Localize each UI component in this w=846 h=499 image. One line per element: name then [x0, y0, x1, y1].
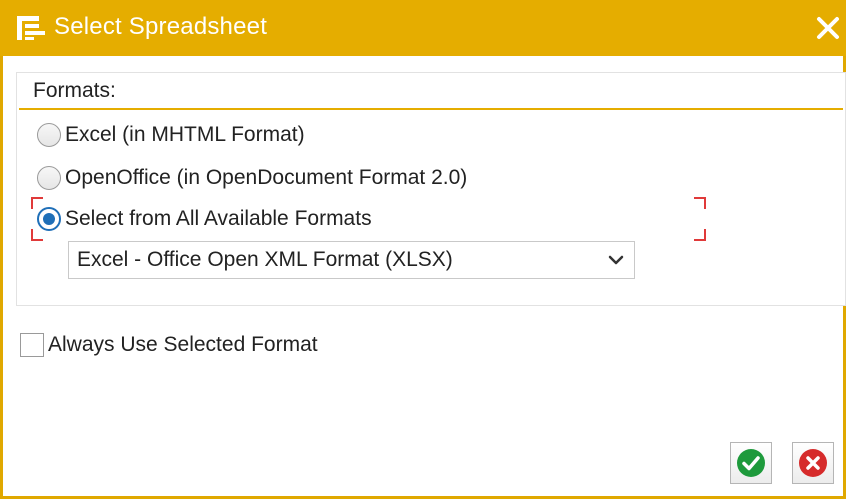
radio-label: OpenOffice (in OpenDocument Format 2.0)	[65, 166, 468, 189]
radio-label: Excel (in MHTML Format)	[65, 123, 305, 146]
always-use-format-label: Always Use Selected Format	[48, 333, 318, 356]
select-spreadsheet-dialog: Select Spreadsheet Formats: Excel (in MH…	[0, 0, 846, 499]
formats-group: Formats: Excel (in MHTML Format) OpenOff…	[16, 72, 846, 306]
radio-excel-mhtml[interactable]: Excel (in MHTML Format)	[37, 119, 305, 151]
focus-marker	[31, 197, 43, 209]
ok-button[interactable]	[730, 442, 772, 484]
chevron-down-icon[interactable]	[608, 254, 624, 266]
radio-button-selected[interactable]	[37, 207, 61, 231]
cancel-button[interactable]	[792, 442, 834, 484]
formats-group-header: Formats:	[19, 74, 843, 110]
spreadsheet-window-icon	[17, 16, 45, 40]
always-use-format-checkbox-row[interactable]: Always Use Selected Format	[20, 330, 318, 360]
cancel-icon	[799, 449, 827, 477]
always-use-format-checkbox[interactable]	[20, 333, 44, 357]
checkmark-icon	[737, 449, 765, 477]
focus-marker	[31, 229, 43, 241]
close-icon[interactable]	[814, 14, 842, 42]
dialog-title: Select Spreadsheet	[54, 13, 268, 40]
title-bar: Select Spreadsheet	[0, 0, 846, 56]
radio-button[interactable]	[37, 123, 61, 147]
focus-marker	[694, 197, 706, 209]
radio-label: Select from All Available Formats	[65, 207, 372, 230]
radio-button[interactable]	[37, 166, 61, 190]
format-dropdown-value: Excel - Office Open XML Format (XLSX)	[77, 248, 453, 271]
formats-group-title: Formats:	[33, 79, 116, 102]
format-dropdown[interactable]: Excel - Office Open XML Format (XLSX)	[68, 241, 635, 279]
focus-marker	[694, 229, 706, 241]
radio-all-formats[interactable]: Select from All Available Formats	[37, 203, 372, 235]
radio-openoffice[interactable]: OpenOffice (in OpenDocument Format 2.0)	[37, 162, 467, 194]
